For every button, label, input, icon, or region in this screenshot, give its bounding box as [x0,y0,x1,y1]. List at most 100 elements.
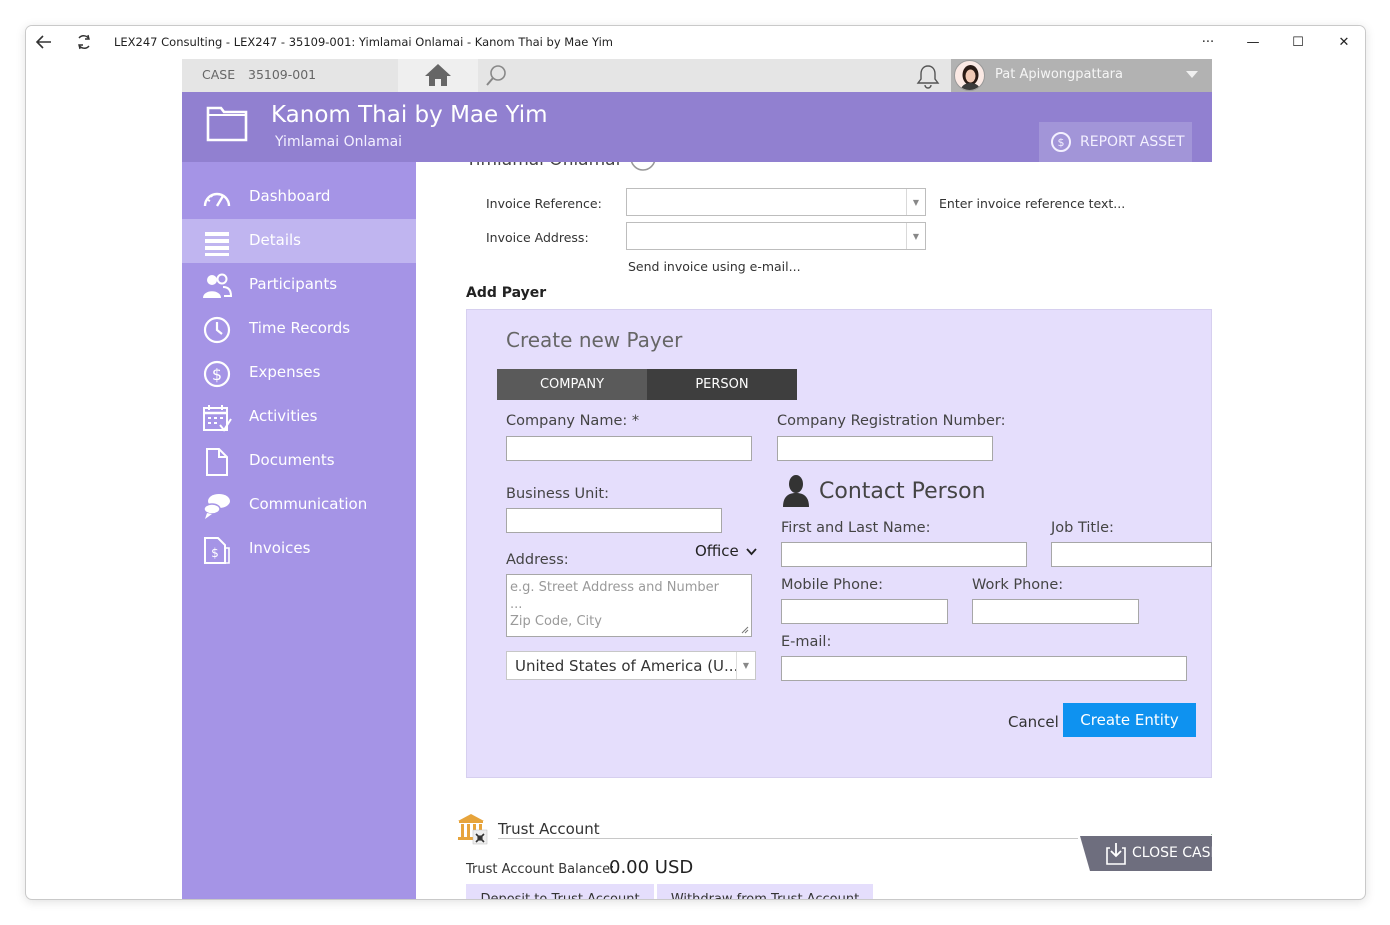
sidebar-item-time-records[interactable]: Time Records [182,307,416,351]
refresh-icon [78,34,90,50]
deposit-trust-button[interactable]: Deposit to Trust Account [466,884,654,899]
business-unit-input[interactable] [506,508,722,533]
mobile-phone-label: Mobile Phone: [781,577,883,593]
address-type-value: Office [695,542,739,560]
invoice-address-select[interactable]: ▼ [626,222,926,250]
email-field[interactable] [781,656,1187,681]
case-number: 35109-001 [248,67,317,82]
dropdown-arrow-icon: ▼ [906,223,925,249]
svg-text:$: $ [212,365,222,384]
chevron-down-icon [745,548,757,556]
sidebar-item-label: Dashboard [249,187,331,205]
trust-balance-label: Trust Account Balance: [466,862,615,877]
report-asset-button[interactable]: $ REPORT ASSET [1039,122,1192,162]
maximize-button[interactable]: ☐ [1280,30,1316,54]
business-unit-label: Business Unit: [506,486,609,502]
trust-balance-value: 0.00 USD [609,857,694,878]
sidebar-item-expenses[interactable]: $ Expenses [182,351,416,395]
window-title: LEX247 Consulting - LEX247 - 35109-001: … [114,35,614,49]
create-entity-button[interactable]: Create Entity [1063,703,1196,737]
address-label: Address: [506,552,569,568]
send-invoice-email-link[interactable]: Send invoice using e-mail... [628,259,801,274]
back-arrow-icon [35,35,51,49]
sidebar-item-details[interactable]: Details [182,219,416,263]
panel-title: Create new Payer [506,328,683,352]
home-icon [425,64,451,86]
email-label: E-mail: [781,634,832,650]
user-menu[interactable]: Pat Apiwongpattara [951,59,1212,92]
job-title-label: Job Title: [1051,520,1114,536]
country-value: United States of America (U... [515,657,739,675]
sidebar-item-label: Invoices [249,539,311,557]
sidebar-item-documents[interactable]: Documents [182,439,416,483]
more-options-button[interactable]: ··· [1190,30,1226,54]
edit-circle-icon[interactable] [629,162,657,174]
person-icon [783,475,809,507]
close-window-button[interactable]: ✕ [1326,30,1362,54]
job-title-input[interactable] [1051,542,1212,567]
close-case-button[interactable]: CLOSE CASE [1080,834,1212,871]
sidebar-item-label: Details [249,231,302,249]
sidebar: Dashboard Details Participants Time Reco… [182,162,416,899]
sidebar-item-participants[interactable]: Participants [182,263,416,307]
close-case-label: CLOSE CASE [1132,845,1212,861]
country-select[interactable]: United States of America (U... ▼ [506,651,756,680]
sidebar-item-label: Expenses [249,363,321,381]
trust-account-title: Trust Account [498,820,600,838]
svg-text:$: $ [211,546,219,560]
dashboard-icon [203,192,231,207]
sidebar-item-invoices[interactable]: $ Invoices [182,527,416,571]
contact-name-input[interactable] [781,542,1027,567]
company-name-input[interactable] [506,436,752,461]
top-bar: CASE 35109-001 Pat Apiwongpattara [182,59,1212,92]
company-registration-label: Company Registration Number: [777,413,1006,429]
scrolled-section-heading: Yimlamai Onlamai [466,162,620,170]
address-type-dropdown[interactable]: Office [695,542,757,560]
search-icon[interactable] [484,64,508,88]
app-window: LEX247 Consulting - LEX247 - 35109-001: … [25,25,1366,900]
dollar-circle-icon: $ [1051,132,1071,152]
work-phone-label: Work Phone: [972,577,1064,593]
download-tray-icon [1106,843,1126,865]
work-phone-input[interactable] [972,599,1139,624]
tab-company[interactable]: COMPANY [497,369,647,400]
participants-icon [203,273,232,298]
address-placeholder-line-3: Zip Code, City [510,614,602,629]
contact-name-label: First and Last Name: [781,520,931,536]
sidebar-item-label: Time Records [249,319,351,337]
case-label: CASE [202,67,236,82]
home-button[interactable] [398,59,478,92]
withdraw-trust-button[interactable]: Withdraw from Trust Account [657,884,873,899]
folder-icon [206,106,248,142]
tab-person[interactable]: PERSON [647,369,797,400]
minimize-button[interactable]: — [1235,30,1271,54]
back-button[interactable] [32,30,56,54]
sidebar-item-activities[interactable]: Activities [182,395,416,439]
resize-handle-icon[interactable] [741,626,749,634]
sidebar-item-dashboard[interactable]: Dashboard [182,175,416,219]
address-placeholder-line-1: e.g. Street Address and Number [510,580,719,595]
bell-icon[interactable] [915,63,941,89]
sidebar-item-label: Documents [249,451,335,469]
invoice-reference-select[interactable]: ▼ [626,188,926,216]
invoice-reference-hint-link[interactable]: Enter invoice reference text... [939,196,1125,211]
chevron-down-icon [1186,71,1198,78]
details-icon [205,232,229,256]
mobile-phone-input[interactable] [781,599,948,624]
company-registration-input[interactable] [777,436,993,461]
case-header: Kanom Thai by Mae Yim Yimlamai Onlamai $… [182,92,1212,162]
address-textarea[interactable]: e.g. Street Address and Number ... Zip C… [506,574,752,637]
title-bar: LEX247 Consulting - LEX247 - 35109-001: … [26,26,1365,58]
add-payer-heading: Add Payer [466,285,547,301]
page-title: Kanom Thai by Mae Yim [271,102,548,128]
payer-type-toggle: COMPANY PERSON [497,369,797,400]
contact-person-title: Contact Person [819,478,986,504]
refresh-button[interactable] [72,30,96,54]
address-placeholder-line-2: ... [510,597,523,612]
avatar [954,60,985,91]
cancel-button[interactable]: Cancel [1008,713,1059,731]
sidebar-item-label: Activities [249,407,318,425]
create-payer-panel: Create new Payer COMPANY PERSON Company … [466,309,1212,778]
document-icon [206,448,228,476]
sidebar-item-communication[interactable]: Communication [182,483,416,527]
